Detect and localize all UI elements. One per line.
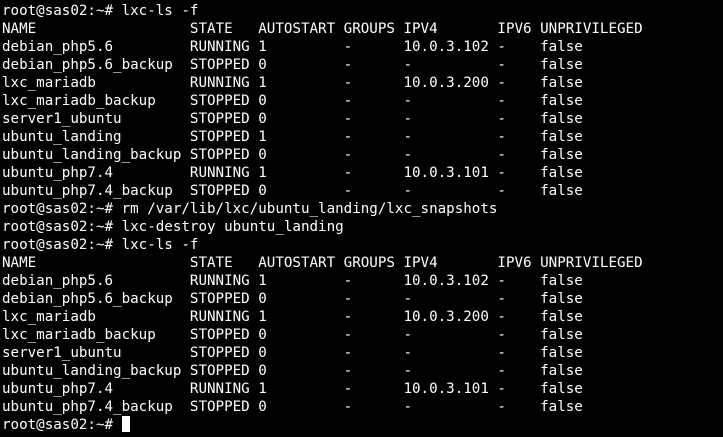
terminal-line: lxc_mariadb_backup STOPPED 0 - - - false xyxy=(2,327,583,343)
terminal-line: ubuntu_php7.4 RUNNING 1 - 10.0.3.101 - f… xyxy=(2,381,583,397)
terminal-line: debian_php5.6 RUNNING 1 - 10.0.3.102 - f… xyxy=(2,273,583,289)
terminal-line: ubuntu_php7.4_backup STOPPED 0 - - - fal… xyxy=(2,183,583,199)
terminal-line: debian_php5.6_backup STOPPED 0 - - - fal… xyxy=(2,291,583,307)
terminal-cursor xyxy=(121,416,130,432)
terminal-line: server1_ubuntu STOPPED 0 - - - false xyxy=(2,345,583,361)
terminal-window[interactable]: root@sas02:~# lxc-ls -f NAME STATE AUTOS… xyxy=(0,0,723,437)
terminal-line: ubuntu_landing_backup STOPPED 0 - - - fa… xyxy=(2,363,583,379)
terminal-line: ubuntu_landing_backup STOPPED 0 - - - fa… xyxy=(2,147,583,163)
terminal-line: ubuntu_php7.4_backup STOPPED 0 - - - fal… xyxy=(2,399,583,415)
terminal-line: NAME STATE AUTOSTART GROUPS IPV4 IPV6 UN… xyxy=(2,255,643,271)
terminal-line: ubuntu_php7.4 RUNNING 1 - 10.0.3.101 - f… xyxy=(2,165,583,181)
terminal-line: debian_php5.6_backup STOPPED 0 - - - fal… xyxy=(2,57,583,73)
terminal-line: ubuntu_landing STOPPED 1 - - - false xyxy=(2,129,583,145)
terminal-line: root@sas02:~# lxc-destroy ubuntu_landing xyxy=(2,219,344,235)
terminal-line: root@sas02:~# lxc-ls -f xyxy=(2,237,199,253)
terminal-line: root@sas02:~# rm /var/lib/lxc/ubuntu_lan… xyxy=(2,201,498,217)
terminal-line: server1_ubuntu STOPPED 0 - - - false xyxy=(2,111,583,127)
terminal-line: lxc_mariadb RUNNING 1 - 10.0.3.200 - fal… xyxy=(2,75,583,91)
terminal-line: debian_php5.6 RUNNING 1 - 10.0.3.102 - f… xyxy=(2,39,583,55)
terminal-line: lxc_mariadb RUNNING 1 - 10.0.3.200 - fal… xyxy=(2,309,583,325)
terminal-prompt: root@sas02:~# xyxy=(2,417,122,433)
terminal-line: lxc_mariadb_backup STOPPED 0 - - - false xyxy=(2,93,583,109)
terminal-prompt-line[interactable]: root@sas02:~# xyxy=(2,416,723,434)
terminal-line: root@sas02:~# lxc-ls -f xyxy=(2,3,199,19)
terminal-line: NAME STATE AUTOSTART GROUPS IPV4 IPV6 UN… xyxy=(2,21,643,37)
